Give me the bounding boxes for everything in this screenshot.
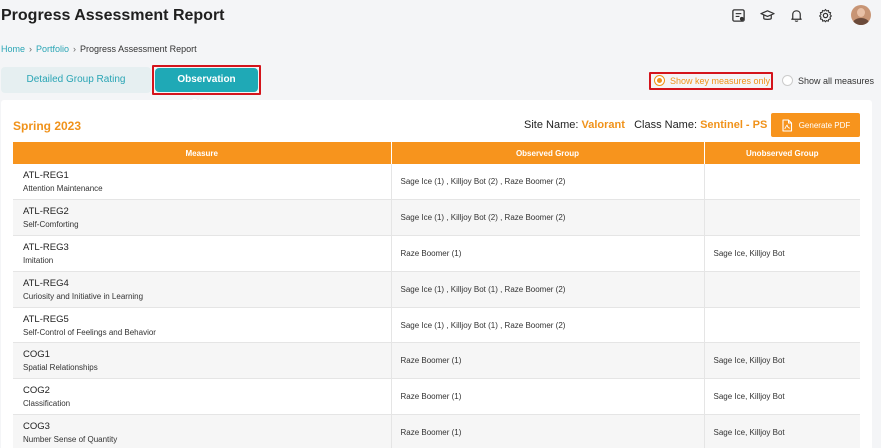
measure-name: Self-Control of Feelings and Behavior <box>23 327 156 337</box>
observed-group-cell: Sage Ice (1) , Killjoy Bot (2) , Raze Bo… <box>391 199 705 237</box>
measure-code: ATL-REG5 <box>23 313 69 325</box>
unobserved-group-cell: Sage Ice, Killjoy Bot <box>704 342 860 380</box>
measure-name: Number Sense of Quantity <box>23 434 118 444</box>
measure-cell: COG1 Spatial Relationships <box>13 342 392 380</box>
measure-cell: COG2 Classification <box>13 378 392 416</box>
chevron-right-icon: › <box>29 44 33 54</box>
observed-group-cell: Raze Boomer (1) <box>391 342 705 380</box>
observed-group-cell: Sage Ice (1) , Killjoy Bot (2) , Raze Bo… <box>391 164 705 201</box>
measure-code: ATL-REG2 <box>23 206 69 218</box>
measure-name: Attention Maintenance <box>23 184 103 194</box>
tab-detailed-group-rating[interactable]: Detailed Group Rating Report <box>1 67 151 111</box>
highlight-box-tab <box>152 65 261 95</box>
measure-code: ATL-REG3 <box>23 241 69 253</box>
observed-group-cell: Raze Boomer (1) <box>391 378 705 416</box>
unobserved-group-cell: Sage Ice, Killjoy Bot <box>704 235 860 272</box>
radio-unchecked-icon[interactable] <box>782 75 793 86</box>
breadcrumb-portfolio[interactable]: Portfolio <box>36 44 69 54</box>
graduation-cap-icon[interactable] <box>760 8 775 23</box>
breadcrumb-home[interactable]: Home <box>1 44 25 54</box>
radio-show-all-measures[interactable]: Show all measures <box>782 75 874 86</box>
gear-icon[interactable] <box>818 8 833 23</box>
col-header-unobserved: Unobserved Group <box>704 142 860 164</box>
breadcrumb: Home › Portfolio › Progress Assessment R… <box>1 44 197 54</box>
measure-cell: ATL-REG5 Self-Control of Feelings and Beh… <box>13 307 392 344</box>
unobserved-group-cell: Sage Ice, Killjoy Bot <box>704 378 860 416</box>
report-icon[interactable] <box>731 8 746 23</box>
measure-code: COG1 <box>23 349 50 361</box>
pdf-icon <box>782 118 792 132</box>
site-class-info: Site Name: Valorant Class Name: Sentinel… <box>524 119 767 131</box>
avatar[interactable] <box>851 5 871 25</box>
radio-all-label: Show all measures <box>798 75 875 86</box>
measure-cell: COG3 Number Sense of Quantity <box>13 414 392 448</box>
table-row: COG2 Classification Raze Boomer (1) Sage Ic… <box>13 378 860 416</box>
unobserved-group-cell <box>704 307 860 344</box>
unobserved-group-cell <box>704 199 860 237</box>
table-row: COG3 Number Sense of Quantity Raze Boomer … <box>13 414 860 448</box>
table-row: ATL-REG2 Self-Comforting Sage Ice (1) , Ki… <box>13 199 860 237</box>
measure-name: Curiosity and Initiative in Learning <box>23 291 144 301</box>
measure-name: Self-Comforting <box>23 220 79 230</box>
observed-group-cell: Raze Boomer (1) <box>391 414 705 448</box>
highlight-box-radio <box>649 72 773 90</box>
measure-cell: ATL-REG2 Self-Comforting <box>13 199 392 237</box>
observation-table: Measure Observed Group Unobserved Group … <box>13 142 860 448</box>
unobserved-group-cell <box>704 271 860 308</box>
top-bar: Progress Assessment Report <box>0 0 881 34</box>
col-header-observed: Observed Group <box>391 142 705 164</box>
measure-code: ATL-REG1 <box>23 170 69 182</box>
measure-code: ATL-REG4 <box>23 277 69 289</box>
table-row: ATL-REG1 Attention Maintenance Sage Ice (1… <box>13 164 860 201</box>
site-value: Valorant <box>581 119 625 131</box>
measure-name: Imitation <box>23 255 54 265</box>
table-row: ATL-REG4 Curiosity and Initiative in Lear… <box>13 271 860 308</box>
bell-icon[interactable] <box>789 8 804 23</box>
table-row: COG1 Spatial Relationships Raze Boomer (1)… <box>13 342 860 380</box>
unobserved-group-cell: Sage Ice, Killjoy Bot <box>704 414 860 448</box>
table-header-row: Measure Observed Group Unobserved Group <box>13 142 860 164</box>
observed-group-cell: Raze Boomer (1) <box>391 235 705 272</box>
class-label: Class Name: <box>634 119 698 131</box>
observed-group-cell: Sage Ice (1) , Killjoy Bot (1) , Raze Bo… <box>391 307 705 344</box>
measure-cell: ATL-REG1 Attention Maintenance <box>13 164 392 201</box>
measure-name: Spatial Relationships <box>23 363 98 373</box>
chevron-right-icon: › <box>73 44 77 54</box>
measure-cell: ATL-REG4 Curiosity and Initiative in Lear… <box>13 271 392 308</box>
site-label: Site Name: <box>524 119 579 131</box>
generate-pdf-button[interactable]: Generate PDF <box>771 113 860 137</box>
table-row: ATL-REG3 Imitation Raze Boomer (1) Sage Ice… <box>13 235 860 272</box>
measure-code: COG3 <box>23 420 50 432</box>
breadcrumb-current: Progress Assessment Report <box>80 44 197 54</box>
unobserved-group-cell <box>704 164 860 201</box>
page-title: Progress Assessment Report <box>1 7 225 24</box>
observed-group-cell: Sage Ice (1) , Killjoy Bot (1) , Raze Bo… <box>391 271 705 308</box>
season-title: Spring 2023 <box>13 119 82 133</box>
report-card: Spring 2023 Site Name: Valorant Class Na… <box>1 100 872 448</box>
measure-cell: ATL-REG3 Imitation <box>13 235 392 272</box>
table-row: ATL-REG5 Self-Control of Feelings and Beh… <box>13 307 860 344</box>
generate-pdf-label: Generate PDF <box>798 120 851 130</box>
top-icons <box>731 5 871 25</box>
class-value: Sentinel - PS <box>700 119 768 131</box>
col-header-measure: Measure <box>13 142 392 164</box>
measure-code: COG2 <box>23 385 50 397</box>
measure-name: Classification <box>23 399 71 409</box>
